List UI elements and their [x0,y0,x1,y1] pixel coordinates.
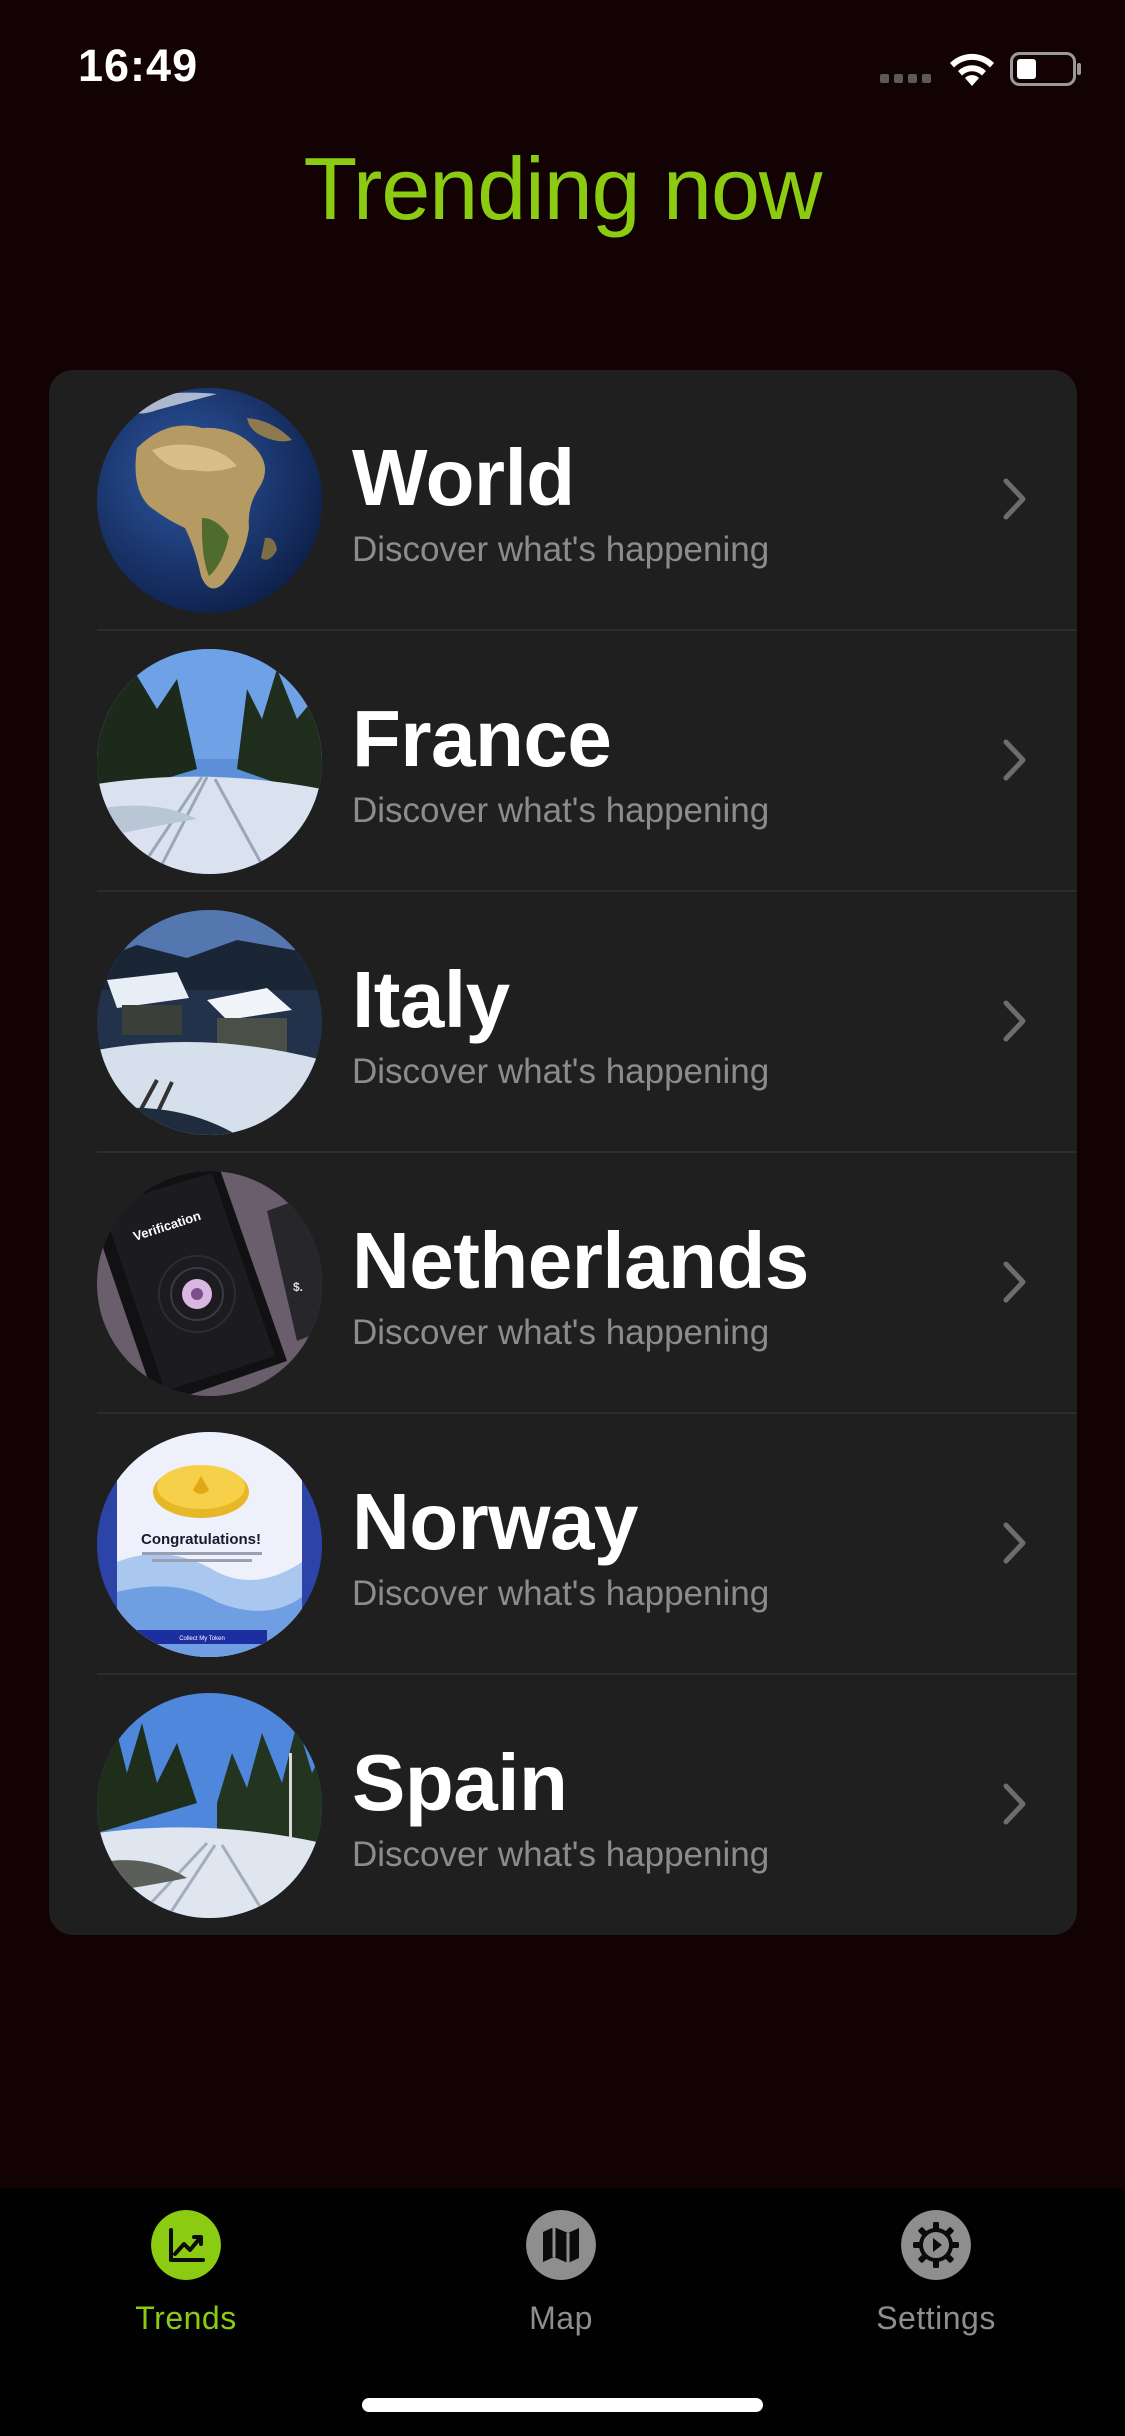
tab-settings[interactable]: Settings [816,2210,1056,2340]
tab-label: Settings [876,2300,996,2336]
trends-list: World Discover what's happening France D… [49,370,1077,1935]
cellular-signal-icon [880,74,932,84]
list-item-france[interactable]: France Discover what's happening [49,631,1077,892]
page-title: Trending now [303,139,823,238]
row-subtitle: Discover what's happening [352,1574,770,1613]
gear-icon [901,2210,971,2280]
svg-text:$.: $. [293,1280,303,1294]
chart-trend-icon [151,2210,221,2280]
chevron-right-icon [1003,1783,1026,1825]
row-title: World [352,433,575,522]
row-title: Spain [352,1738,568,1827]
row-title: Norway [352,1477,638,1566]
tab-map[interactable]: Map [441,2210,681,2340]
list-item-netherlands[interactable]: Verification $. Netherlands Discover wha… [49,1153,1077,1414]
map-icon [526,2210,596,2280]
status-bar: 16:49 [0,0,1125,140]
wifi-icon [950,53,994,86]
row-subtitle: Discover what's happening [352,1313,770,1352]
tab-trends[interactable]: Trends [66,2210,306,2340]
chevron-right-icon [1003,1261,1026,1303]
battery-icon [1010,52,1081,86]
row-title: Netherlands [352,1216,809,1305]
chevron-right-icon [1003,478,1026,520]
netherlands-thumbnail: Verification $. [97,1171,322,1396]
chevron-right-icon [1003,739,1026,781]
list-item-italy[interactable]: Italy Discover what's happening [49,892,1077,1153]
italy-thumbnail [97,910,322,1135]
tab-label: Map [529,2300,593,2336]
france-thumbnail [97,649,322,874]
row-subtitle: Discover what's happening [352,1835,770,1874]
row-title: France [352,694,612,783]
home-indicator[interactable] [362,2398,763,2412]
status-time: 16:49 [78,40,199,91]
collect-token-label: Collect My Token [179,1636,225,1642]
list-item-spain[interactable]: Spain Discover what's happening [49,1675,1077,1935]
row-subtitle: Discover what's happening [352,1052,770,1091]
congratulations-label: Congratulations! [141,1531,261,1548]
row-subtitle: Discover what's happening [352,530,770,569]
row-title: Italy [352,955,510,1044]
tab-label: Trends [135,2300,237,2336]
list-item-norway[interactable]: Congratulations! Collect My Token Norway… [49,1414,1077,1675]
chevron-right-icon [1003,1522,1026,1564]
norway-thumbnail: Congratulations! Collect My Token [97,1432,322,1657]
spain-thumbnail [97,1693,322,1918]
list-item-world[interactable]: World Discover what's happening [49,370,1077,631]
world-thumbnail [97,388,322,613]
chevron-right-icon [1003,1000,1026,1042]
row-subtitle: Discover what's happening [352,791,770,830]
